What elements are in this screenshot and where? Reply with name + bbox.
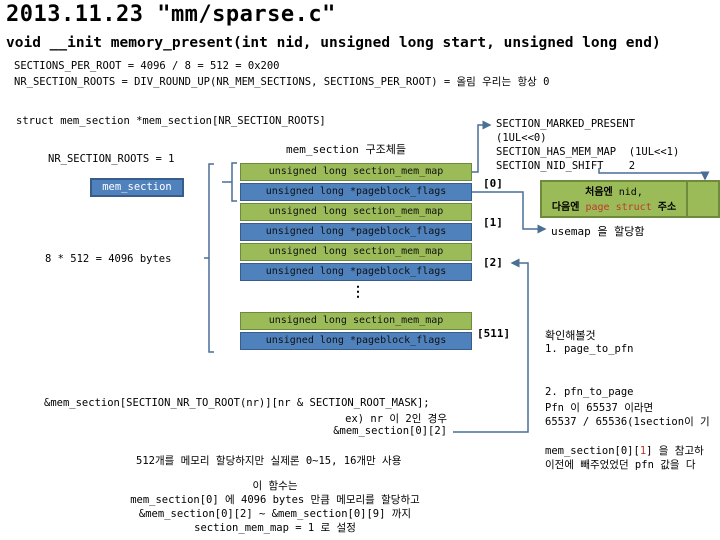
arrow-to-usemap <box>472 191 547 234</box>
array-bracket <box>208 163 214 353</box>
arrow-to-flags <box>472 120 492 173</box>
arrow-to-bits-box <box>598 168 710 181</box>
arrow-to-index-2 <box>453 258 529 433</box>
entry-brace <box>231 162 237 202</box>
connector-overlay <box>204 120 710 433</box>
